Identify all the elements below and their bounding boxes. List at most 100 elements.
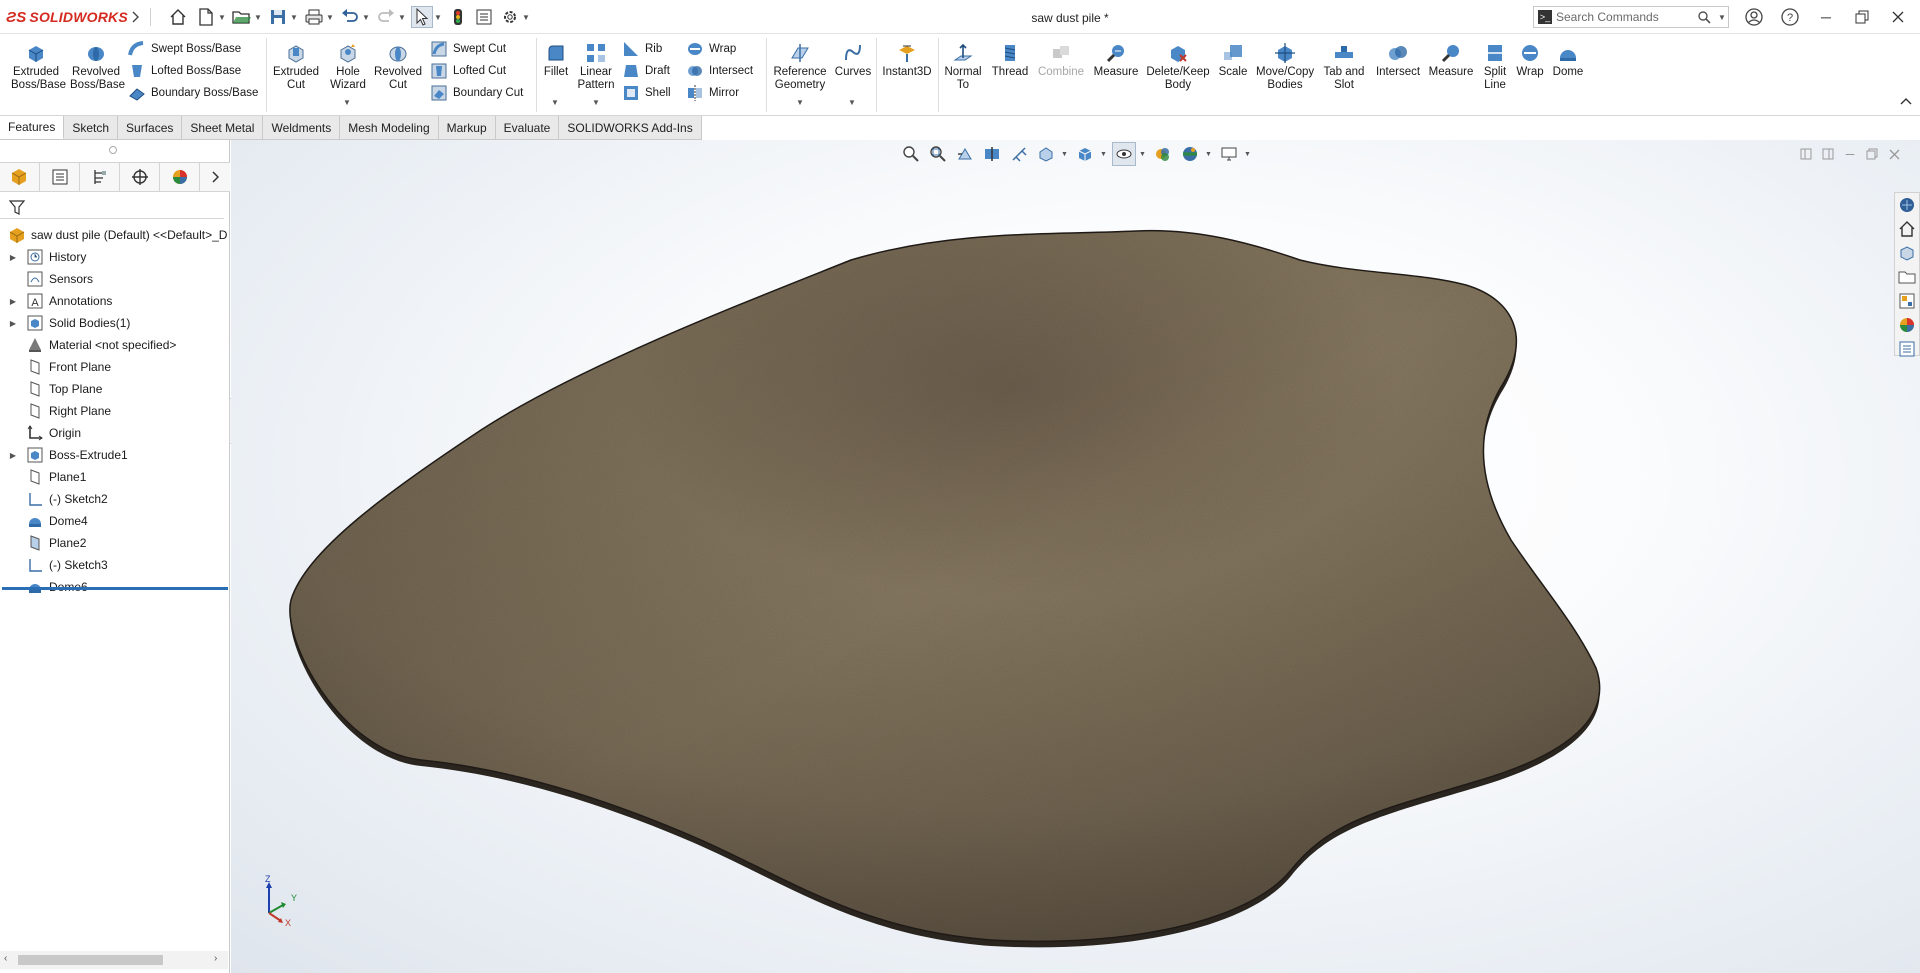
search-input[interactable] [1556,10,1696,24]
tree-horizontal-scrollbar[interactable]: ‹ › [0,951,228,969]
intersect-2-button[interactable]: Intersect [1372,38,1424,79]
extruded-boss-button[interactable]: Extruded Boss/Base [6,38,66,92]
split-line-button[interactable]: Split Line [1478,38,1512,92]
lofted-boss-button[interactable]: Lofted Boss/Base [128,60,241,82]
move-copy-bodies-button[interactable]: Move/Copy Bodies [1254,38,1316,92]
linear-pattern-dropdown-icon[interactable]: ▼ [592,98,600,107]
help-icon[interactable]: ? [1776,6,1804,28]
expand-icon[interactable]: ▶ [0,451,26,460]
tree-item-top-plane[interactable]: Top Plane [0,378,228,400]
apply-scene-icon[interactable] [1178,142,1202,166]
tab-and-slot-button[interactable]: Tab and Slot [1316,38,1372,92]
tab-mesh-modeling[interactable]: Mesh Modeling [340,116,439,139]
viewport-minimize-icon[interactable]: ─ [1841,145,1859,163]
tab-surfaces[interactable]: Surfaces [118,116,183,139]
expand-icon[interactable]: ▶ [0,297,26,306]
dimxpert-manager-tab[interactable] [120,163,160,191]
filter-icon[interactable] [8,198,26,216]
hole-wizard-dropdown-icon[interactable]: ▼ [343,98,351,107]
tree-item-material[interactable]: Material <not specified> [0,334,228,356]
tree-item-dome4[interactable]: Dome4 [0,510,228,532]
revolved-cut-button[interactable]: Revolved Cut [372,38,424,92]
property-manager-tab[interactable] [40,163,80,191]
tab-markup[interactable]: Markup [438,116,496,139]
viewport-tile-left-icon[interactable] [1797,145,1815,163]
home-icon[interactable] [1895,217,1919,241]
view-orientation-icon[interactable] [1034,142,1058,166]
wrap-button[interactable]: Wrap [686,38,736,60]
file-explorer-icon[interactable] [1895,265,1919,289]
edit-appearance-icon[interactable] [1151,142,1175,166]
hide-show-items-icon[interactable] [1112,142,1136,166]
revolved-boss-button[interactable]: Revolved Boss/Base [66,38,126,92]
viewport-restore-icon[interactable] [1863,145,1881,163]
viewport-close-icon[interactable] [1885,145,1903,163]
mirror-button[interactable]: Mirror [686,82,739,104]
search-icon[interactable] [1696,9,1712,25]
graphics-area[interactable]: ▼ ▼ ▼ ▼ ▼ ─ Z Y X [231,140,1920,973]
curves-button[interactable]: Curves [832,38,874,79]
tree-item-annotations[interactable]: ▶ A Annotations [0,290,228,312]
tree-item-sensors[interactable]: Sensors [0,268,228,290]
reference-geometry-dropdown-icon[interactable]: ▼ [796,98,804,107]
expand-icon[interactable]: ▶ [0,253,26,262]
scroll-right-icon[interactable]: › [214,953,217,964]
combine-button[interactable]: Combine [1034,38,1088,79]
previous-view-icon[interactable] [953,142,977,166]
tree-item-boss-extrude1[interactable]: ▶ Boss-Extrude1 [0,444,228,466]
tab-weldments[interactable]: Weldments [263,116,341,139]
extruded-cut-button[interactable]: Extruded Cut [268,38,324,92]
feature-manager-tab[interactable] [0,163,40,191]
measure-2-button[interactable]: Measure [1424,38,1478,79]
tab-features[interactable]: Features [0,116,65,139]
configuration-manager-tab[interactable] [80,163,120,191]
scale-button[interactable]: Scale [1212,38,1254,79]
restore-icon[interactable] [1848,6,1876,28]
wrap-2-button[interactable]: Wrap [1512,38,1548,79]
tab-evaluate[interactable]: Evaluate [495,116,560,139]
fillet-dropdown-icon[interactable]: ▼ [551,98,559,107]
view-palette-icon[interactable] [1895,289,1919,313]
sawdust-pile-model[interactable] [231,140,1920,973]
tree-root[interactable]: saw dust pile (Default) <<Default>_Displ… [0,224,228,246]
boundary-boss-button[interactable]: Boundary Boss/Base [128,82,258,104]
tree-item-plane1[interactable]: Plane1 [0,466,228,488]
tree-item-sketch3[interactable]: (-) Sketch3 [0,554,228,576]
boundary-cut-button[interactable]: Boundary Cut [430,82,523,104]
delete-keep-body-button[interactable]: Delete/Keep Body [1144,38,1212,92]
thread-button[interactable]: Thread [986,38,1034,79]
display-style-dropdown-icon[interactable]: ▼ [1100,151,1109,158]
tab-sketch[interactable]: Sketch [64,116,119,139]
view-settings-dropdown-icon[interactable]: ▼ [1244,151,1253,158]
zoom-to-fit-icon[interactable] [899,142,923,166]
hole-wizard-button[interactable]: Hole Wizard [324,38,372,92]
tree-item-plane2[interactable]: Plane2 [0,532,228,554]
viewport-tile-right-icon[interactable] [1819,145,1837,163]
display-style-icon[interactable] [1073,142,1097,166]
appearances-scenes-icon[interactable] [1895,313,1919,337]
tree-item-right-plane[interactable]: Right Plane [0,400,228,422]
scroll-thumb[interactable] [18,955,163,965]
tree-item-front-plane[interactable]: Front Plane [0,356,228,378]
tree-item-sketch2[interactable]: (-) Sketch2 [0,488,228,510]
instant3d-button[interactable]: Instant3D [878,38,936,79]
view-settings-icon[interactable] [1217,142,1241,166]
apply-scene-dropdown-icon[interactable]: ▼ [1205,151,1214,158]
expand-icon[interactable]: ▶ [0,319,26,328]
minimize-icon[interactable]: ─ [1812,6,1840,28]
search-commands[interactable]: >_ ▼ [1533,6,1729,28]
display-manager-tab[interactable] [160,163,200,191]
draft-button[interactable]: Draft [622,60,670,82]
solidworks-resources-icon[interactable] [1895,193,1919,217]
rib-button[interactable]: Rib [622,38,662,60]
lofted-cut-button[interactable]: Lofted Cut [430,60,506,82]
custom-properties-icon[interactable] [1895,337,1919,361]
zoom-to-area-icon[interactable] [926,142,950,166]
section-view-icon[interactable] [980,142,1004,166]
shell-button[interactable]: Shell [622,82,671,104]
swept-boss-button[interactable]: Swept Boss/Base [128,38,241,60]
panel-grip-icon[interactable] [109,146,117,154]
view-orientation-dropdown-icon[interactable]: ▼ [1061,151,1070,158]
tree-item-history[interactable]: ▶ History [0,246,228,268]
swept-cut-button[interactable]: Swept Cut [430,38,506,60]
